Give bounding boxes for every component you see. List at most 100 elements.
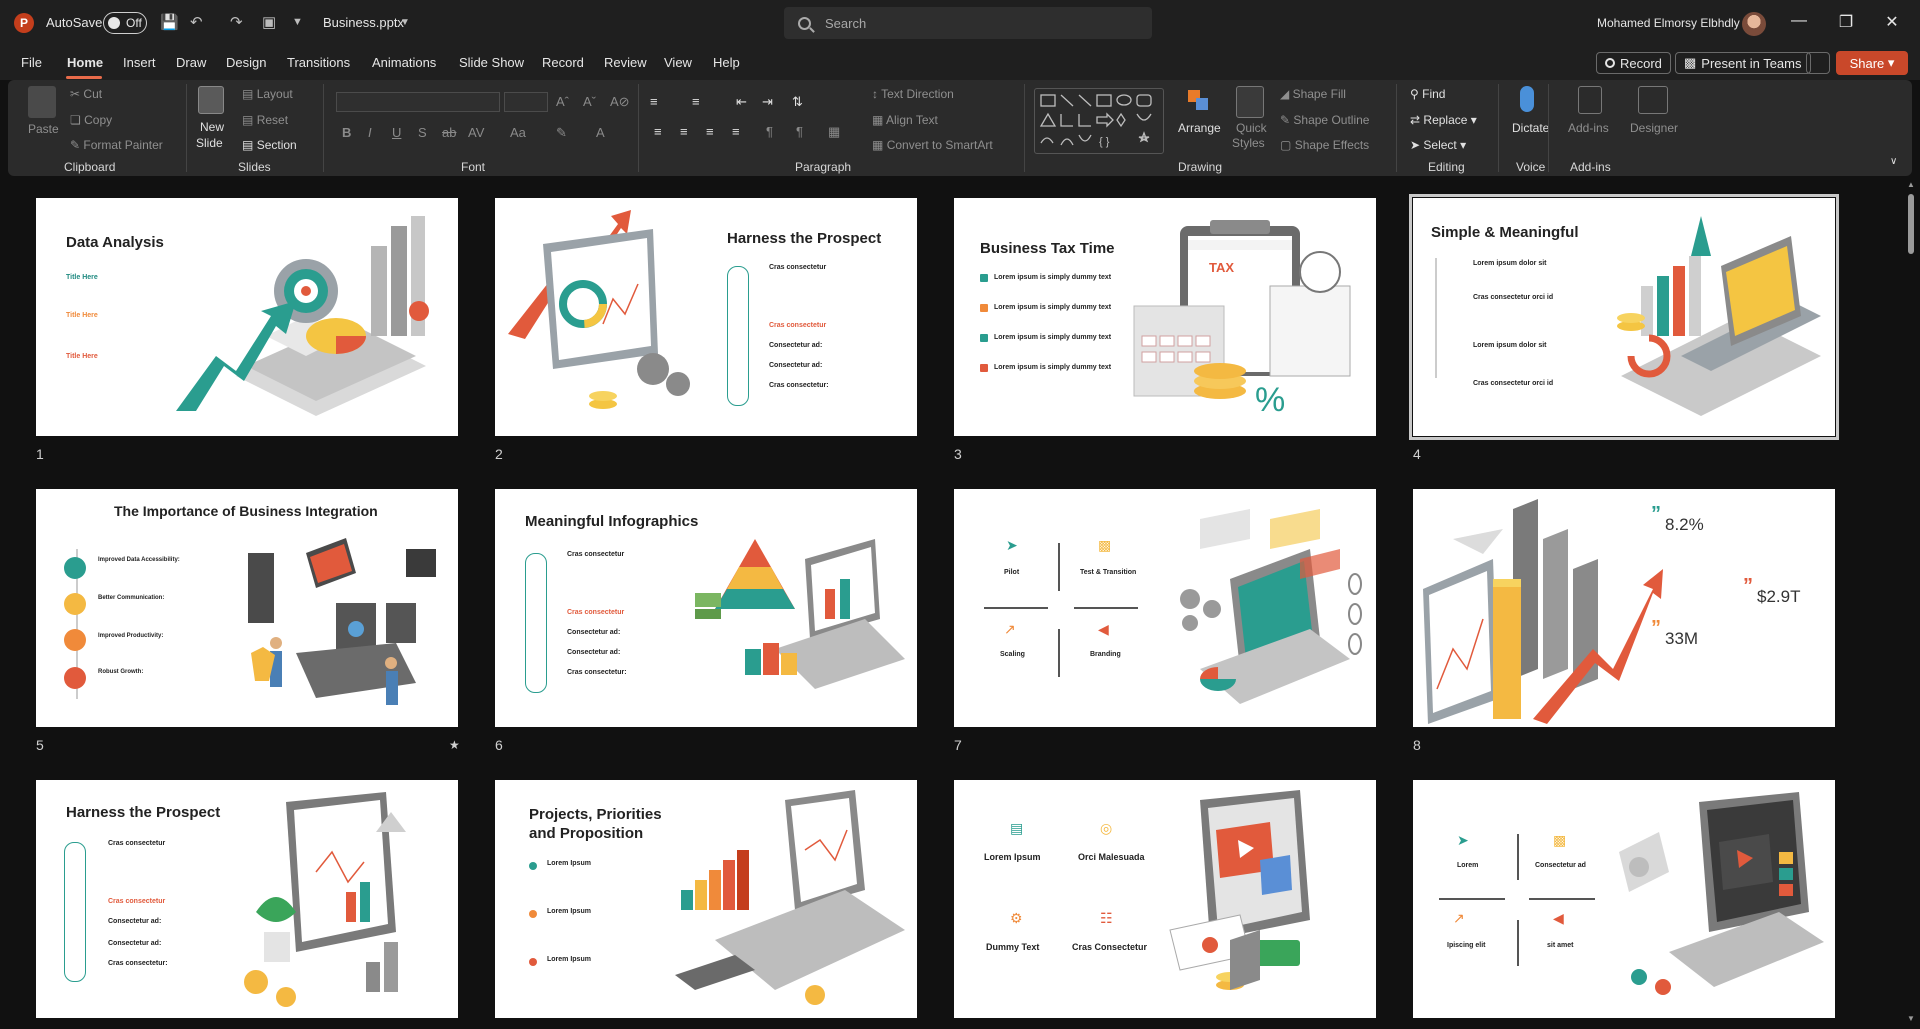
addins-icon[interactable]: [1578, 86, 1602, 114]
tab-slide-show[interactable]: Slide Show: [459, 55, 524, 70]
slide-thumbnail-9[interactable]: Harness the Prospect Cras consectetur Cr…: [36, 780, 458, 1018]
tab-transitions[interactable]: Transitions: [287, 55, 350, 70]
clear-format-icon[interactable]: A⊘: [610, 94, 630, 110]
arrange-icon[interactable]: [1186, 88, 1212, 114]
tab-help[interactable]: Help: [713, 55, 740, 70]
save-icon[interactable]: 💾: [160, 13, 179, 31]
rtl-icon[interactable]: ¶: [796, 124, 803, 139]
replace-button[interactable]: ⇄ Replace ▾: [1410, 113, 1477, 127]
slide-thumbnail-8[interactable]: 8.2% $2.9T 33M ” ” ”: [1413, 489, 1835, 727]
undo-icon[interactable]: ↶: [190, 13, 203, 31]
presenter-icon[interactable]: ▣: [262, 13, 276, 31]
comments-button[interactable]: [1806, 52, 1830, 74]
designer-icon[interactable]: [1638, 86, 1668, 114]
designer-label[interactable]: Designer: [1630, 121, 1678, 135]
close-icon[interactable]: ✕: [1880, 12, 1904, 32]
line-spacing-icon[interactable]: ⇅: [792, 94, 803, 110]
tab-animations[interactable]: Animations: [372, 55, 436, 70]
tab-record[interactable]: Record: [542, 55, 584, 70]
shrink-font-icon[interactable]: Aˇ: [583, 94, 596, 109]
numbering-icon[interactable]: ≡: [692, 94, 700, 109]
ltr-icon[interactable]: ¶: [766, 124, 773, 139]
dictate-label[interactable]: Dictate: [1512, 121, 1549, 135]
arrange-label[interactable]: Arrange: [1178, 121, 1221, 135]
share-button[interactable]: Share ▾: [1836, 51, 1908, 75]
tab-design[interactable]: Design: [226, 55, 266, 70]
record-button[interactable]: Record: [1596, 52, 1671, 74]
slide-thumbnail-3[interactable]: Business Tax Time Lorem ipsum is simply …: [954, 198, 1376, 436]
present-in-teams-button[interactable]: ▩ Present in Teams: [1675, 52, 1811, 74]
format-painter-button[interactable]: ✎ Format Painter: [70, 138, 163, 152]
grow-font-icon[interactable]: Aˆ: [556, 94, 569, 109]
new-slide-label[interactable]: New: [200, 120, 224, 134]
shapes-gallery[interactable]: { }: [1034, 88, 1164, 154]
decrease-indent-icon[interactable]: ⇤: [736, 94, 747, 110]
autosave-toggle[interactable]: Off: [103, 12, 147, 34]
bold-icon[interactable]: B: [342, 125, 351, 140]
slide-thumbnail-6[interactable]: Meaningful Infographics Cras consectetur…: [495, 489, 917, 727]
underline-icon[interactable]: U: [392, 125, 401, 140]
slide-thumbnail-10[interactable]: Projects, Priorities and Proposition Lor…: [495, 780, 917, 1018]
font-color-icon[interactable]: A: [596, 125, 605, 140]
tab-view[interactable]: View: [664, 55, 692, 70]
styles-label[interactable]: Styles: [1232, 136, 1265, 150]
increase-indent-icon[interactable]: ⇥: [762, 94, 773, 110]
slide-thumbnail-5[interactable]: The Importance of Business Integration I…: [36, 489, 458, 727]
slide-thumbnail-11[interactable]: ▤ ◎ ⚙ ☷ Lorem Ipsum Orci Malesuada Dummy…: [954, 780, 1376, 1018]
paste-icon[interactable]: [28, 86, 56, 118]
cut-button[interactable]: ✂ Cut: [70, 87, 102, 101]
vertical-scrollbar[interactable]: ▲ ▼: [1906, 180, 1916, 1026]
convert-smartart-button[interactable]: ▦ Convert to SmartArt: [872, 138, 993, 152]
align-left-icon[interactable]: ≡: [654, 124, 662, 139]
slide-thumbnail-12[interactable]: ➤ ▩ ↗ ◀ Lorem Consectetur ad Ipiscing el…: [1413, 780, 1835, 1018]
shape-outline-button[interactable]: ✎ Shape Outline: [1280, 113, 1369, 127]
align-right-icon[interactable]: ≡: [706, 124, 714, 139]
italic-icon[interactable]: I: [368, 125, 372, 140]
highlight-icon[interactable]: ✎: [556, 125, 567, 141]
font-name-dropdown[interactable]: [336, 92, 500, 112]
slide-thumbnail-1[interactable]: Data Analysis Title Here Title Here Titl…: [36, 198, 458, 436]
tab-home[interactable]: Home: [67, 55, 103, 70]
columns-icon[interactable]: ▦: [828, 124, 840, 140]
paste-label[interactable]: Paste: [28, 122, 59, 136]
redo-icon[interactable]: ↷: [230, 13, 243, 31]
slide-thumbnail-4[interactable]: Simple & Meaningful Lorem ipsum dolor si…: [1409, 194, 1839, 440]
search-bar[interactable]: Search: [784, 7, 1152, 39]
tab-review[interactable]: Review: [604, 55, 647, 70]
new-slide-icon[interactable]: [198, 86, 224, 114]
bullets-icon[interactable]: ≡: [650, 94, 658, 109]
scroll-down-icon[interactable]: ▼: [1906, 1014, 1916, 1023]
copy-button[interactable]: ❏ Copy: [70, 113, 112, 127]
text-direction-button[interactable]: ↕ Text Direction: [872, 87, 954, 101]
reset-button[interactable]: ▤ Reset: [242, 113, 288, 127]
layout-button[interactable]: ▤ Layout: [242, 87, 293, 101]
microphone-icon[interactable]: [1520, 86, 1534, 112]
file-name[interactable]: Business.pptx: [323, 15, 404, 30]
slide-thumbnail-7[interactable]: ➤ ▩ ↗ ◀ Pilot Test & Transition Scaling …: [954, 489, 1376, 727]
change-case-icon[interactable]: Aa: [510, 125, 526, 140]
avatar[interactable]: [1742, 12, 1766, 36]
quick-styles-icon[interactable]: [1236, 86, 1264, 118]
align-text-button[interactable]: ▦ Align Text: [872, 113, 938, 127]
restore-icon[interactable]: ❐: [1834, 12, 1858, 32]
shape-fill-button[interactable]: ◢ Shape Fill: [1280, 87, 1346, 101]
shape-effects-button[interactable]: ▢ Shape Effects: [1280, 138, 1369, 152]
chevron-down-icon[interactable]: ▼: [400, 17, 410, 28]
collapse-ribbon-icon[interactable]: ∨: [1890, 156, 1897, 167]
find-button[interactable]: ⚲ Find: [1410, 87, 1445, 101]
align-center-icon[interactable]: ≡: [680, 124, 688, 139]
customize-qat-icon[interactable]: ▼: [292, 16, 303, 28]
character-spacing-icon[interactable]: AV: [468, 125, 484, 140]
new-slide-label-2[interactable]: Slide: [196, 136, 223, 150]
shadow-icon[interactable]: S: [418, 125, 427, 140]
tab-file[interactable]: File: [21, 55, 42, 70]
font-size-dropdown[interactable]: [504, 92, 548, 112]
slide-thumbnail-2[interactable]: Harness the Prospect Cras consectetur Cr…: [495, 198, 917, 436]
strikethrough-icon[interactable]: ab: [442, 125, 456, 140]
tab-insert[interactable]: Insert: [123, 55, 156, 70]
addins-button-label[interactable]: Add-ins: [1568, 121, 1609, 135]
select-button[interactable]: ➤ Select ▾: [1410, 138, 1466, 152]
user-name[interactable]: Mohamed Elmorsy Elbhdly: [1597, 16, 1740, 30]
justify-icon[interactable]: ≡: [732, 124, 740, 139]
section-button[interactable]: ▤ Section: [242, 138, 297, 152]
